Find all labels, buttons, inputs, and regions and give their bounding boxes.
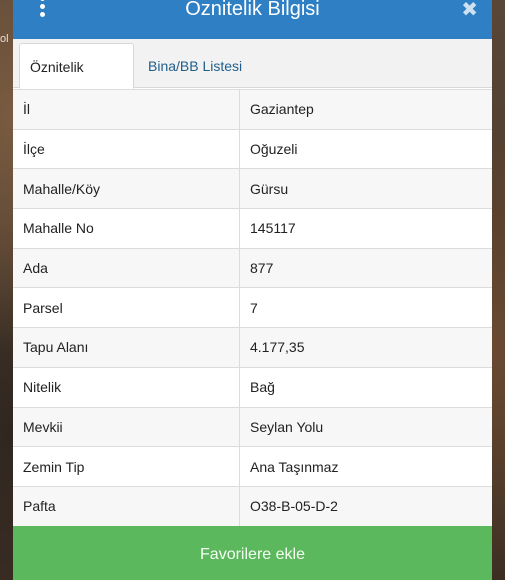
modal-header: Öznitelik Bilgisi ✖ <box>13 0 492 39</box>
table-row: Mevkii Seylan Yolu <box>13 407 492 448</box>
table-row: Zemin Tip Ana Taşınmaz <box>13 447 492 487</box>
table-row: Nitelik Bağ <box>13 367 492 408</box>
table-row: Ada 877 <box>13 248 492 289</box>
add-to-favorites-button[interactable]: Favorilere ekle <box>13 526 492 580</box>
attribute-table: İl Gaziantep İlçe Oğuzeli Mahalle/Köy Gü… <box>13 89 492 527</box>
tab-building-list[interactable]: Bina/BB Listesi <box>138 43 252 89</box>
tab-bar: Öznitelik Bilgisi Bina/BB Listesi <box>13 39 492 121</box>
attribute-key: Tapu Alanı <box>23 339 89 356</box>
attribute-key: Ada <box>23 260 48 277</box>
attribute-value: Oğuzeli <box>239 129 492 169</box>
attribute-key: Mahalle/Köy <box>23 180 101 197</box>
attribute-key: Pafta <box>23 498 56 515</box>
close-icon[interactable]: ✖ <box>461 0 478 20</box>
attribute-value: Bağ <box>239 367 492 407</box>
table-row: İl Gaziantep <box>13 90 492 130</box>
attribute-key: Mahalle No <box>23 220 94 237</box>
table-row: Mahalle/Köy Gürsu <box>13 169 492 210</box>
attribute-key: Parsel <box>23 299 63 316</box>
attribute-value: Gürsu <box>239 169 492 209</box>
attribute-value: 877 <box>239 248 492 288</box>
attribute-value: Seylan Yolu <box>239 407 492 447</box>
modal-title: Öznitelik Bilgisi <box>185 0 320 20</box>
attribute-key: Mevkii <box>23 418 63 435</box>
table-row: Tapu Alanı 4.177,35 <box>13 328 492 368</box>
table-row: Pafta O38-B-05-D-2 <box>13 486 492 527</box>
map-label: ol <box>0 33 9 45</box>
attribute-value: 4.177,35 <box>239 328 492 367</box>
attribute-value: Gaziantep <box>239 90 492 129</box>
attribute-key: İl <box>23 101 30 118</box>
attribute-value: 7 <box>239 288 492 328</box>
attribute-key: İlçe <box>23 141 45 158</box>
table-row: Mahalle No 145117 <box>13 209 492 249</box>
table-row: Parsel 7 <box>13 288 492 329</box>
table-row: İlçe Oğuzeli <box>13 129 492 170</box>
attribute-value: Ana Taşınmaz <box>239 447 492 486</box>
attribute-value: 145117 <box>239 209 492 248</box>
tab-attribute-info[interactable]: Öznitelik Bilgisi <box>19 43 134 121</box>
attribute-key: Nitelik <box>23 379 62 396</box>
attribute-key: Zemin Tip <box>23 458 85 475</box>
attribute-value: O38-B-05-D-2 <box>239 486 492 526</box>
attribute-info-modal: Öznitelik Bilgisi ✖ Öznitelik Bilgisi Bi… <box>13 0 492 580</box>
